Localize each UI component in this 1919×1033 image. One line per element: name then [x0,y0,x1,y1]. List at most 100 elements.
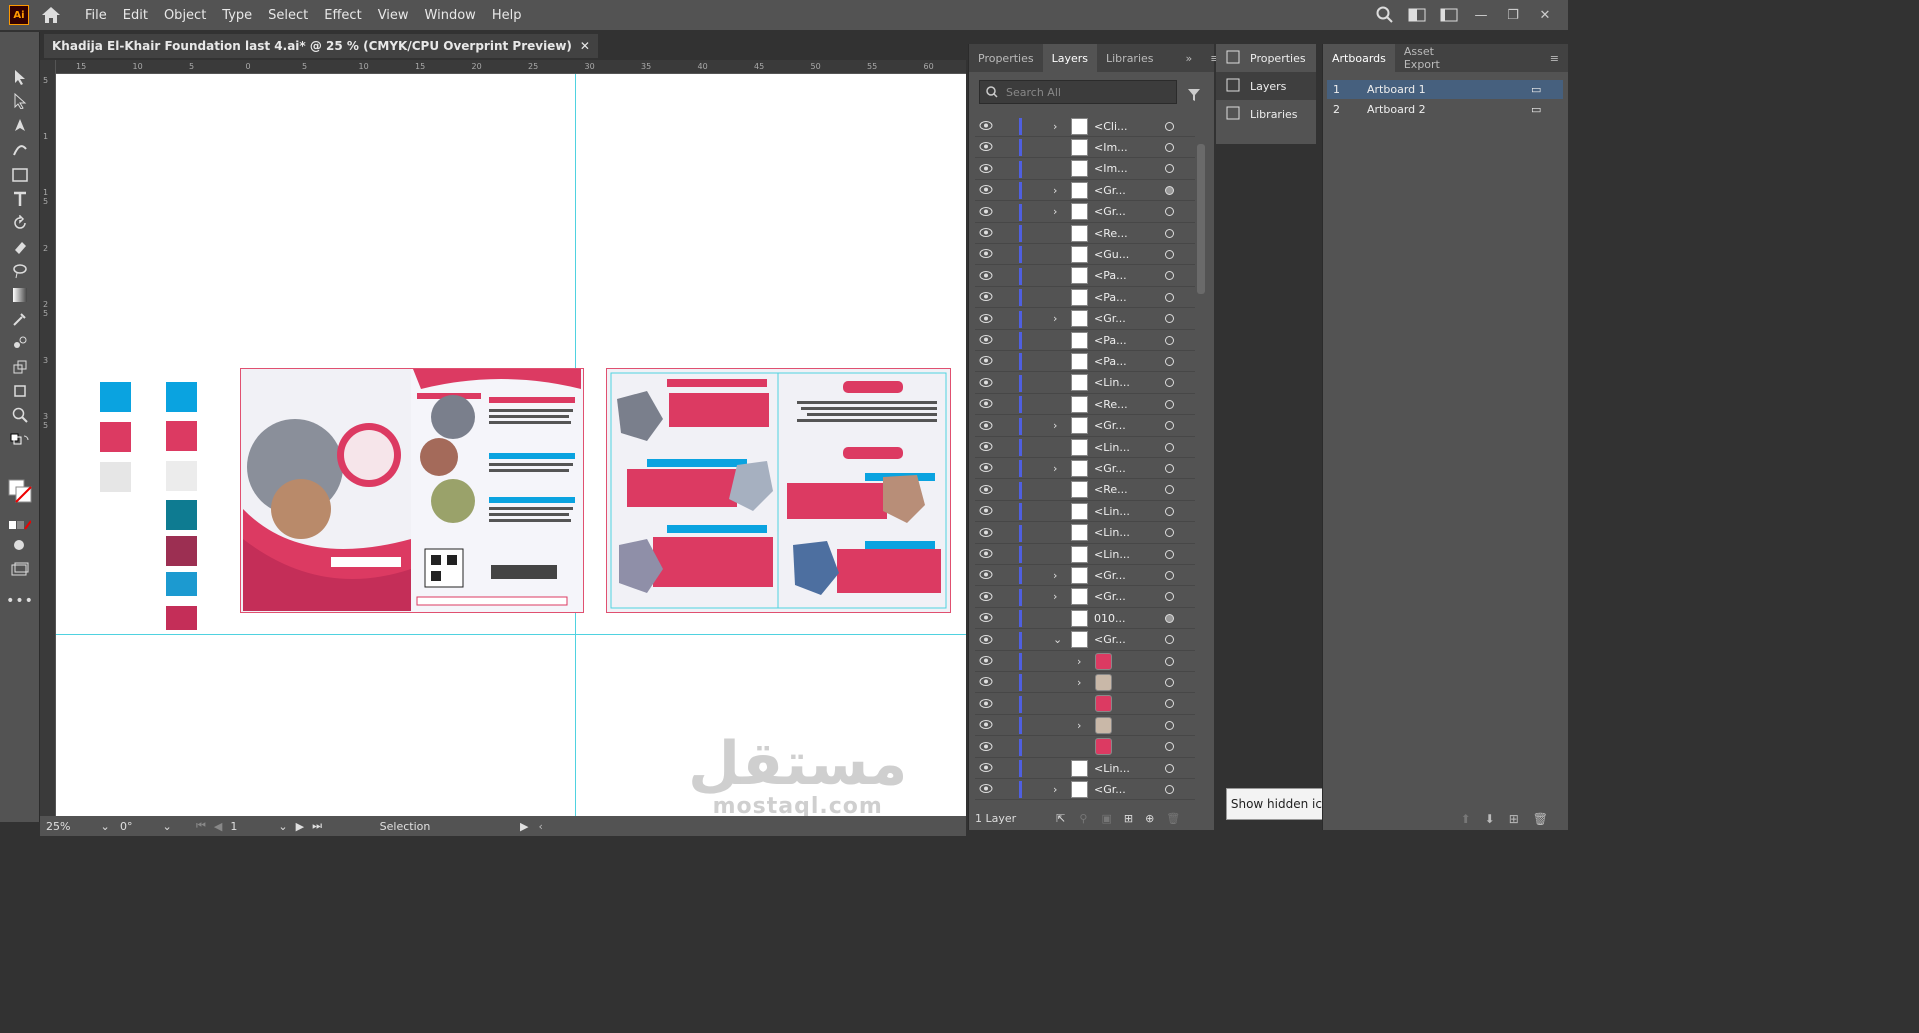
status-menu-icon[interactable]: ▶ [520,820,528,833]
next-artboard-icon[interactable]: ▶ [296,820,304,833]
visibility-eye-icon[interactable] [979,205,993,219]
layer-name[interactable]: <Gr... [1094,783,1126,796]
layer-name[interactable]: <Pa... [1094,334,1127,347]
target-icon[interactable] [1165,763,1174,773]
layer-name[interactable]: <Gu... [1094,248,1129,261]
artboard-name[interactable]: Artboard 2 [1367,103,1426,116]
search-icon[interactable] [1376,6,1394,23]
chevron-right-icon[interactable]: › [1077,676,1081,689]
menu-window[interactable]: Window [417,8,484,23]
move-up-icon[interactable]: ⬆ [1461,812,1471,826]
gradient-tool-icon[interactable] [8,284,32,306]
layer-row[interactable]: <Pa... [975,287,1195,309]
layer-row[interactable] [975,737,1195,758]
artboard-2-design[interactable] [606,368,951,613]
artboard-number[interactable]: 1 [230,820,270,833]
target-icon[interactable] [1165,249,1174,259]
lasso-tool-icon[interactable] [8,260,32,282]
last-artboard-icon[interactable]: ⏭ [312,819,322,833]
target-icon[interactable] [1165,720,1174,730]
layer-name[interactable]: <Lin... [1094,376,1130,389]
layer-name[interactable]: <Pa... [1094,291,1127,304]
color-swatch[interactable] [166,572,197,596]
eraser-tool-icon[interactable] [8,236,32,258]
blend-tool-icon[interactable] [8,332,32,354]
layer-name[interactable]: <Gr... [1094,419,1126,432]
draw-mode-icon[interactable] [8,534,32,556]
visibility-eye-icon[interactable] [979,162,993,176]
visibility-eye-icon[interactable] [979,376,993,390]
target-icon[interactable] [1165,292,1174,302]
panel-properties[interactable]: Properties [1216,44,1316,72]
layer-row[interactable]: › <Gr... [975,416,1195,437]
layer-name[interactable]: <Pa... [1094,269,1127,282]
rotation-select[interactable]: 0° ⌄ [114,820,190,833]
restore-icon[interactable]: ❐ [1504,8,1522,23]
layer-name[interactable]: <Gr... [1094,312,1126,325]
layer-name[interactable]: <Pa... [1094,355,1127,368]
layer-name[interactable]: <Cli... [1094,120,1128,133]
home-icon[interactable] [39,3,63,27]
chevron-right-icon[interactable]: › [1077,719,1081,732]
target-icon[interactable] [1165,592,1174,602]
layer-name[interactable]: <Im... [1094,162,1128,175]
layer-row[interactable]: › <Gr... [975,309,1195,330]
target-icon[interactable] [1165,549,1174,559]
visibility-eye-icon[interactable] [979,654,993,668]
move-down-icon[interactable]: ⬇ [1485,812,1495,826]
visibility-eye-icon[interactable] [979,226,993,240]
target-icon[interactable] [1165,164,1174,174]
layer-row[interactable] [975,694,1195,715]
visibility-eye-icon[interactable] [979,290,993,304]
panel-layers[interactable]: Layers [1216,72,1316,100]
menu-select[interactable]: Select [260,8,316,23]
tab-libraries[interactable]: Libraries [1097,44,1163,72]
vertical-ruler[interactable]: 5 1 1 5 2 2 5 3 3 5 [40,60,56,816]
visibility-eye-icon[interactable] [979,247,993,261]
layer-name[interactable]: 010... [1094,612,1126,625]
tab-artboards[interactable]: Artboards [1323,44,1395,72]
scroll-left-icon[interactable]: ‹ [538,820,542,833]
visibility-eye-icon[interactable] [979,483,993,497]
first-artboard-icon[interactable]: ⏮ [196,819,206,833]
panel-collapse-icon[interactable]: » [1177,44,1202,72]
visibility-eye-icon[interactable] [979,782,993,796]
target-icon[interactable] [1165,399,1174,409]
layer-row[interactable]: <Im... [975,137,1195,159]
curvature-tool-icon[interactable] [8,138,32,160]
target-icon[interactable] [1165,742,1174,752]
layer-name[interactable]: <Re... [1094,227,1128,240]
target-icon[interactable] [1165,506,1174,516]
layer-row[interactable]: <Pa... [975,266,1195,287]
symbol-sprayer-tool-icon[interactable] [8,356,32,378]
chevron-right-icon[interactable]: › [1053,205,1057,218]
visibility-eye-icon[interactable] [979,119,993,133]
more-tools-icon[interactable]: ••• [6,590,33,612]
layer-row[interactable]: <Lin... [975,437,1195,458]
target-icon[interactable] [1165,463,1174,473]
menu-view[interactable]: View [370,8,417,23]
color-swatch[interactable] [166,382,197,412]
target-icon[interactable] [1165,442,1174,452]
workspace-icon[interactable] [1440,8,1458,22]
default-fill-stroke-icon[interactable] [8,430,32,452]
chevron-right-icon[interactable]: › [1053,120,1057,133]
color-mode-icon[interactable] [8,514,32,536]
artboard-row[interactable]: 1 Artboard 1 ▭ [1327,80,1563,99]
layer-row[interactable]: › <Gr... [975,779,1195,801]
target-icon[interactable] [1165,228,1174,238]
visibility-eye-icon[interactable] [979,312,993,326]
target-icon[interactable] [1165,784,1174,794]
layer-name[interactable]: <Im... [1094,141,1128,154]
close-window-icon[interactable]: ✕ [1536,8,1554,23]
target-icon[interactable] [1165,207,1174,217]
visibility-eye-icon[interactable] [979,740,993,754]
layer-name[interactable]: <Gr... [1094,633,1126,646]
menu-object[interactable]: Object [156,8,214,23]
color-swatch[interactable] [166,461,197,491]
guide-horizontal[interactable] [56,634,966,635]
tab-asset-export[interactable]: Asset Export [1395,44,1475,72]
menu-type[interactable]: Type [214,8,260,23]
visibility-eye-icon[interactable] [979,183,993,197]
visibility-eye-icon[interactable] [979,526,993,540]
